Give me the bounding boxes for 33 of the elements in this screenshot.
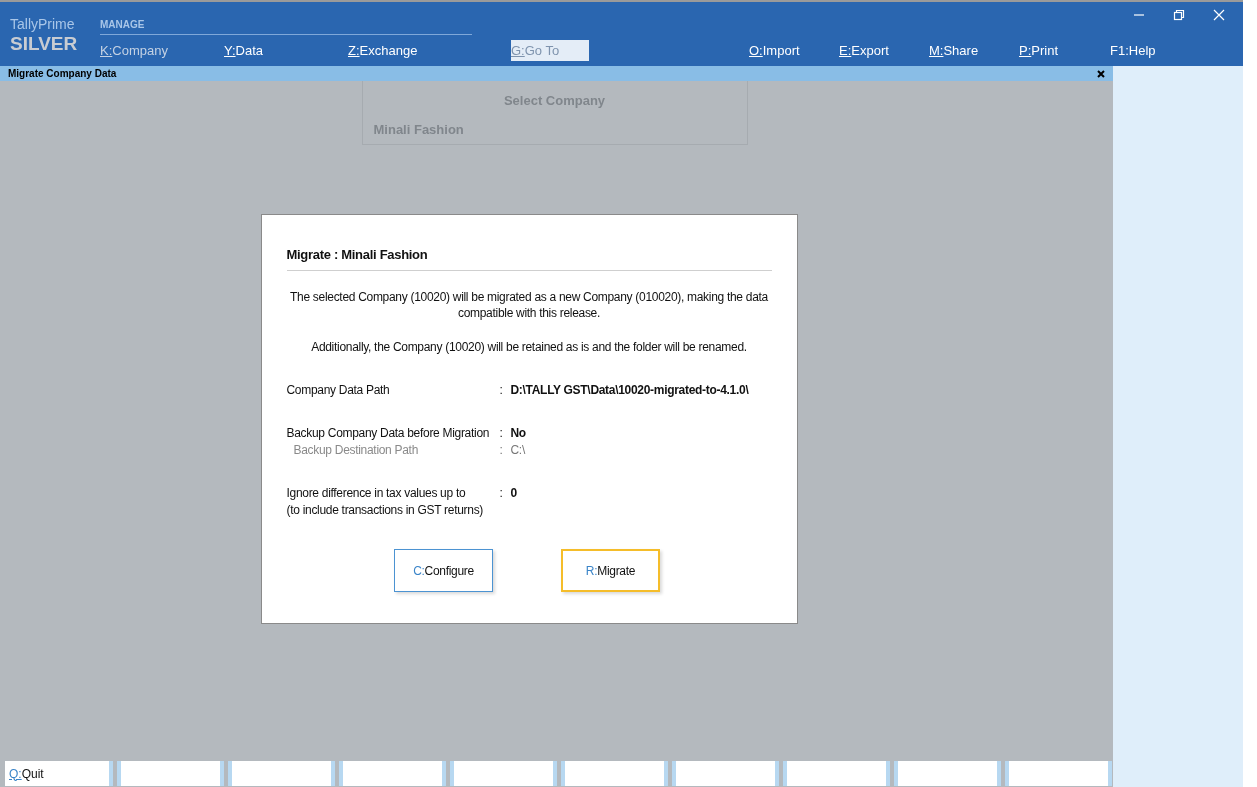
field-value: D:\TALLY GST\Data\10020-migrated-to-4.1.0\ xyxy=(510,382,749,399)
menu-item[interactable]: O:Import xyxy=(749,41,839,59)
dialog-button[interactable]: C:Configure xyxy=(394,549,493,592)
field-value: 0 xyxy=(510,485,517,502)
colon-separator: : xyxy=(499,485,504,502)
retain-message: Additionally, the Company (10020) will be retained as is and the folder will be renamed. xyxy=(310,339,748,355)
colon-separator: : xyxy=(499,382,504,399)
close-icon[interactable] xyxy=(1097,69,1105,78)
migration-message: The selected Company (10020) will be migrated as a new Company (010020), making the data compatible with this release. xyxy=(289,289,769,321)
menu-item[interactable]: Y:Data xyxy=(224,40,348,61)
screen-title: Migrate Company Data xyxy=(8,67,117,81)
field-label: Ignore difference in tax values up to xyxy=(286,485,467,502)
colon-separator: : xyxy=(499,425,504,442)
menu-item[interactable]: K:Company xyxy=(100,40,224,61)
dialog-button[interactable]: R:Migrate xyxy=(561,549,660,592)
menu-item[interactable]: Z:Exchange xyxy=(348,40,472,61)
field-value: No xyxy=(510,425,526,442)
menu-item[interactable]: E:Export xyxy=(839,41,929,59)
field-label: Backup Destination Path xyxy=(292,442,419,459)
menu-item[interactable]: F1:Help xyxy=(1110,41,1170,59)
field-label: Backup Company Data before Migration xyxy=(286,425,491,442)
product-name: TallyPrime xyxy=(10,16,76,32)
field-label: Company Data Path xyxy=(286,382,391,399)
section-label: MANAGE xyxy=(100,19,145,30)
menu-item[interactable]: P:Print xyxy=(1019,41,1109,59)
edition-label: SILVER xyxy=(10,32,79,56)
field-value: C:\ xyxy=(510,442,525,459)
field-note: (to include transactions in GST returns) xyxy=(286,502,485,519)
restore-icon[interactable] xyxy=(1173,9,1185,21)
dialog-title: Migrate : Minali Fashion xyxy=(286,247,428,262)
quit-button[interactable]: Q:Quit xyxy=(5,761,113,786)
menu-item[interactable]: M:Share xyxy=(929,41,1019,59)
colon-separator: : xyxy=(499,442,504,459)
